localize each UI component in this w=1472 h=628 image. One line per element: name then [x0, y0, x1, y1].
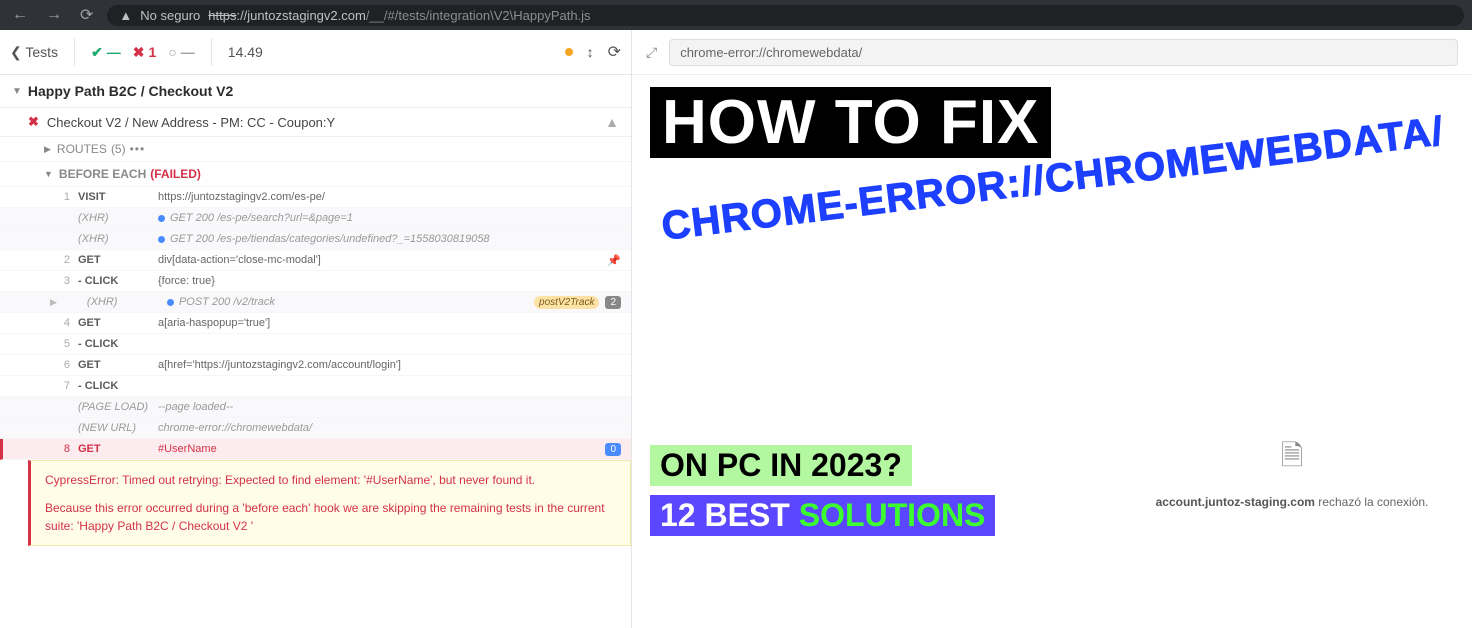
status-dot-icon — [565, 48, 573, 56]
cmd-xhr[interactable]: ▶(XHR)POST 200 /v2/trackpostV2Track2 — [0, 292, 631, 313]
app-preview-pane: ⤢ chrome-error://chromewebdata/ HOW TO F… — [632, 30, 1472, 628]
next-prev-icon[interactable]: ↕ — [587, 44, 594, 60]
cypress-runner-pane: ❮ Tests ✔ — ✖ 1 ○ — 14.49 ↕ ⟳ ▼ Happy Pa… — [0, 30, 632, 628]
address-bar[interactable]: ▲ No seguro https://juntozstagingv2.com/… — [107, 5, 1464, 26]
preview-toolbar: ⤢ chrome-error://chromewebdata/ — [632, 30, 1472, 75]
back-button[interactable]: ← — [8, 6, 32, 24]
error-message-box: CypressError: Timed out retrying: Expect… — [28, 460, 631, 546]
insecure-label: No seguro — [140, 8, 200, 23]
cmd-get-error[interactable]: 8GET#UserName0 — [0, 439, 631, 460]
runner-duration: 14.49 — [228, 44, 263, 60]
stat-pending: ○ — — [168, 44, 194, 60]
count-badge: 2 — [605, 296, 621, 309]
suite-header[interactable]: ▼ Happy Path B2C / Checkout V2 — [0, 75, 631, 108]
warning-icon: ▲ — [605, 114, 619, 130]
ellipsis-icon: ••• — [130, 142, 146, 156]
cmd-newurl[interactable]: (NEW URL)chrome-error://chromewebdata/ — [0, 418, 631, 439]
stat-passed: ✔ — — [91, 44, 121, 61]
overlay-title: HOW TO FIX — [650, 87, 1051, 158]
fail-icon: ✖ — [28, 114, 39, 130]
forward-button[interactable]: → — [42, 6, 66, 24]
rerun-button[interactable]: ⟳ — [608, 42, 621, 62]
cmd-xhr[interactable]: (XHR)GET 200 /es-pe/search?url=&page=1 — [0, 208, 631, 229]
cmd-click[interactable]: 3- CLICK{force: true} — [0, 271, 631, 292]
sad-page-icon: 🗎 — [1152, 435, 1432, 483]
selector-playground-icon[interactable]: ⤢ — [646, 44, 657, 61]
hook-row[interactable]: ▼ BEFORE EACH (FAILED) — [0, 162, 631, 187]
back-to-tests[interactable]: ❮ Tests — [10, 44, 58, 61]
preview-content: HOW TO FIX CHROME-ERROR://CHROMEWEBDATA/… — [632, 75, 1472, 628]
cmd-get[interactable]: 6GETa[href='https://juntozstagingv2.com/… — [0, 355, 631, 376]
cmd-xhr[interactable]: (XHR)GET 200 /es-pe/tiendas/categories/u… — [0, 229, 631, 250]
cmd-pageload[interactable]: (PAGE LOAD)--page loaded-- — [0, 397, 631, 418]
runner-toolbar: ❮ Tests ✔ — ✖ 1 ○ — 14.49 ↕ ⟳ — [0, 30, 631, 75]
hook-status: (FAILED) — [150, 167, 201, 181]
overlay-solutions: 12 BEST SOLUTIONS — [650, 495, 995, 536]
command-log: 1VISIThttps://juntozstagingv2.com/es-pe/… — [0, 187, 631, 460]
stat-failed: ✖ 1 — [133, 44, 157, 61]
url-text: https://juntozstagingv2.com/__/#/tests/i… — [208, 8, 590, 23]
routes-row[interactable]: ▶ ROUTES (5) ••• — [0, 137, 631, 162]
caret-right-icon: ▶ — [50, 297, 57, 308]
browser-chrome-bar: ← → ⟳ ▲ No seguro https://juntozstagingv… — [0, 0, 1472, 30]
cmd-click[interactable]: 5- CLICK — [0, 334, 631, 355]
cmd-get[interactable]: 2GETdiv[data-action='close-mc-modal']📌 — [0, 250, 631, 271]
caret-down-icon: ▼ — [12, 86, 22, 97]
refused-text: rechazó la conexión. — [1315, 495, 1428, 509]
test-title: Checkout V2 / New Address - PM: CC - Cou… — [47, 115, 335, 130]
overlay-question: ON PC IN 2023? — [650, 445, 912, 486]
refused-domain: account.juntoz-staging.com — [1156, 495, 1315, 509]
error-line-2: Because this error occurred during a 'be… — [45, 499, 616, 535]
suite-title: Happy Path B2C / Checkout V2 — [28, 83, 233, 99]
error-line-1: CypressError: Timed out retrying: Expect… — [45, 471, 616, 489]
connection-refused-block: 🗎 account.juntoz-staging.com rechazó la … — [1152, 435, 1432, 509]
cmd-click[interactable]: 7- CLICK — [0, 376, 631, 397]
alias-badge: postV2Track — [534, 296, 599, 309]
caret-right-icon: ▶ — [44, 144, 51, 155]
test-row[interactable]: ✖ Checkout V2 / New Address - PM: CC - C… — [0, 108, 631, 137]
cmd-visit[interactable]: 1VISIThttps://juntozstagingv2.com/es-pe/ — [0, 187, 631, 208]
pin-icon: 📌 — [607, 254, 621, 267]
routes-count: (5) — [111, 142, 126, 156]
routes-label: ROUTES — [57, 142, 107, 156]
count-badge: 0 — [605, 443, 621, 456]
hook-label: BEFORE EACH — [59, 167, 146, 181]
caret-down-icon: ▼ — [44, 169, 53, 179]
insecure-icon: ▲ — [119, 8, 132, 23]
cmd-get[interactable]: 4GETa[aria-haspopup='true'] — [0, 313, 631, 334]
reload-button[interactable]: ⟳ — [76, 5, 97, 25]
preview-url-bar[interactable]: chrome-error://chromewebdata/ — [669, 39, 1458, 66]
